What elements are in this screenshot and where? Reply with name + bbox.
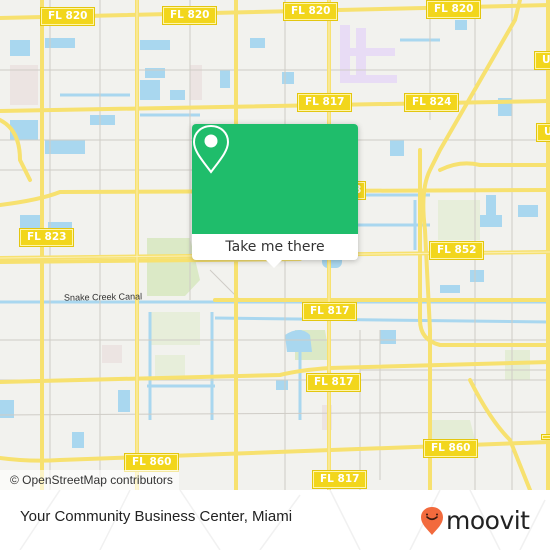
map[interactable]: FL 820 FL 820 FL 820 FL 820 FL 817 FL 82… — [0, 0, 550, 490]
shield-fl-820-center: FL 820 — [161, 6, 218, 25]
moovit-pin-icon — [421, 507, 443, 535]
place-name: Your Community Business Center, Miami — [20, 508, 293, 525]
shield-fl-820-east: FL 820 — [425, 0, 482, 19]
map-attribution[interactable]: © OpenStreetMap contributors — [0, 470, 179, 490]
shield-fl-860-east: FL 860 — [422, 439, 479, 458]
shield-fl-860-west: FL 860 — [123, 453, 180, 472]
shield-partial-east — [541, 434, 550, 440]
shield-fl-820-west: FL 820 — [39, 7, 96, 26]
popup-header[interactable] — [192, 124, 358, 234]
moovit-wordmark: moovit — [446, 506, 530, 535]
shield-fl-817-bottom: FL 817 — [311, 470, 368, 489]
footer: Your Community Business Center, Miami mo… — [0, 490, 550, 550]
shield-fl-852: FL 852 — [428, 241, 485, 260]
take-me-there-button[interactable]: Take me there — [192, 234, 358, 260]
shield-us-mid: US — [535, 123, 550, 142]
shield-fl-823: FL 823 — [18, 228, 75, 247]
canal-label: Snake Creek Canal — [63, 291, 143, 303]
popup-pointer — [265, 259, 283, 268]
shield-us-north: US — [533, 51, 550, 70]
destination-popup[interactable]: Take me there — [192, 124, 358, 268]
shield-fl-820-mid: FL 820 — [282, 2, 339, 21]
shield-fl-824: FL 824 — [403, 93, 460, 112]
shield-fl-817-center: FL 817 — [301, 302, 358, 321]
map-pin-icon — [192, 124, 230, 174]
shield-fl-817-south: FL 817 — [305, 373, 362, 392]
shield-fl-817-north: FL 817 — [296, 93, 353, 112]
moovit-logo[interactable]: moovit — [420, 506, 530, 536]
